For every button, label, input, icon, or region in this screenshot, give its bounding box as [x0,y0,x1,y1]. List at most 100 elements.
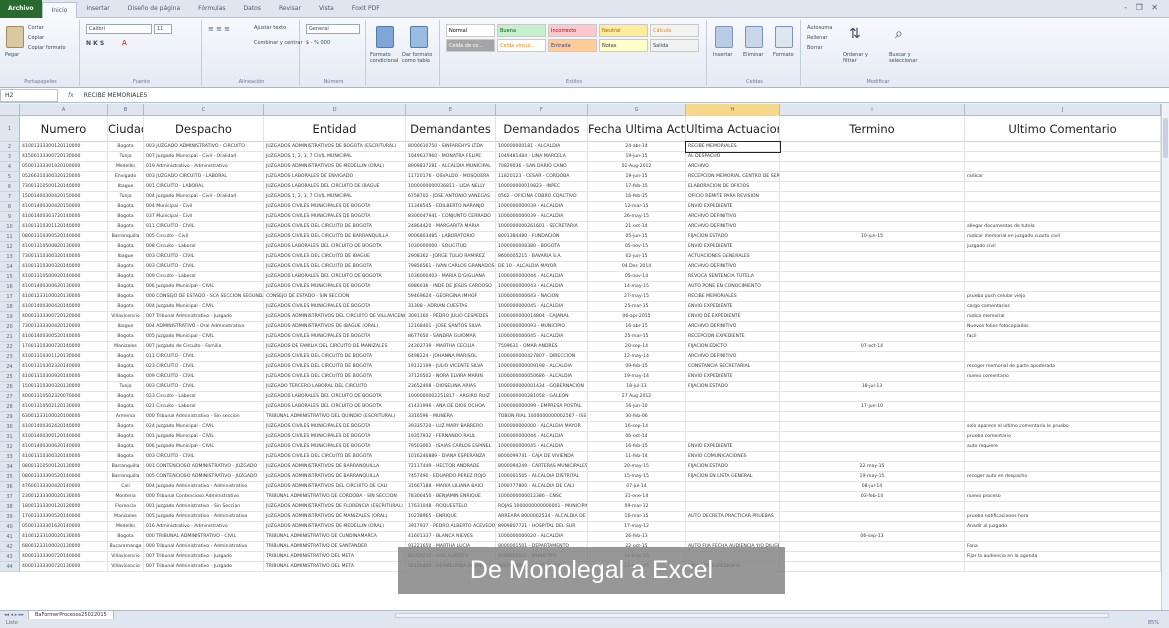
table-cell[interactable]: 09-feb-15 [588,362,686,372]
table-cell[interactable]: Barranquilla [108,462,144,472]
table-cell[interactable]: 63001233100020100000 [20,412,108,422]
table-cell[interactable] [780,302,965,312]
table-cell[interactable] [686,432,780,442]
row-number[interactable]: 13 [0,252,20,262]
ribbon-tab-3[interactable]: Insertar [77,0,118,18]
cell-style-6[interactable]: Celda de co... [446,39,495,52]
table-cell[interactable]: JUZGADOS CIVILES MUNICIPALES DE BOGOTA [264,212,406,222]
table-cell[interactable] [780,202,965,212]
table-cell[interactable] [780,272,965,282]
row-number[interactable]: 7 [0,192,20,202]
table-cell[interactable] [965,562,1161,572]
table-cell[interactable]: Bogota [108,202,144,212]
insert-cells-icon[interactable] [715,26,733,48]
table-cell[interactable]: cargo comentarios [965,302,1161,312]
cell-style-3[interactable]: Incorrecto [548,24,597,37]
table-cell[interactable]: 1000000000036811 - LIDA NELLY [406,182,496,192]
table-cell[interactable]: 11720176 - OSVALDO - MOSQUERA [406,172,496,182]
table-cell[interactable] [965,152,1161,162]
table-cell[interactable] [780,282,965,292]
table-cell[interactable]: 09-mar-12 [588,502,686,512]
table-cell[interactable]: JUZGADOS CIVILES MUNICIPALES DE BOGOTA [264,332,406,342]
row-number[interactable]: 22 [0,342,20,352]
table-cell[interactable]: 07-jul-14 [588,482,686,492]
table-cell[interactable]: CONSTANCIA SECRETARIAL [686,362,780,372]
row-number[interactable]: 28 [0,402,20,412]
table-cell[interactable]: 1000000000043 - ALCALDIA [496,282,588,292]
table-cell[interactable]: JUZGADOS 1, 2, 3, 7 CIVIL MUNICIPAL [264,192,406,202]
table-cell[interactable]: 003 CIRCUITO - CIVIL [144,452,264,462]
table-cell[interactable]: Villavicencio [108,552,144,562]
table-cell[interactable]: radica memorial [965,312,1161,322]
format-as-table-icon[interactable] [410,26,428,48]
table-cell[interactable] [686,392,780,402]
table-cell[interactable]: 08-jul-14 [780,482,965,492]
table-cell[interactable] [780,142,965,152]
row-number[interactable]: 15 [0,272,20,282]
table-cell[interactable]: JUZGADOS CIVILES DEL CIRCUITO DE BARRANQ… [264,232,406,242]
table-cell[interactable]: ELABORACION DE OFICIOS [686,182,780,192]
table-cell[interactable]: JUZGADOS ADMINISTRATIVOS DE FLORENCIA (E… [264,502,406,512]
table-cell[interactable] [780,432,965,442]
table-cell[interactable]: 1000000000261601 - SECRETARIA [496,222,588,232]
table-cell[interactable]: 023 Circuito - Laboral [144,392,264,402]
table-cell[interactable]: JUZGADOS CIVILES DEL CIRCUITO DE BOGOTA [264,352,406,362]
table-cell[interactable]: allegar documentos de tutela [965,222,1161,232]
table-cell[interactable] [965,532,1161,542]
table-cell[interactable]: Bogota [108,422,144,432]
table-cell[interactable]: 78306450 - BENJAMIN ENRIQUE [406,492,496,502]
table-cell[interactable]: 40001310502320070000 [20,392,108,402]
table-cell[interactable] [780,222,965,232]
table-cell[interactable]: Bogota [108,372,144,382]
table-cell[interactable]: 1000001505 - ALCALDIA DISTRITAL [496,472,588,482]
table-cell[interactable]: 004 Juzgado Administrativo - Administrat… [144,482,264,492]
ribbon-tab-9[interactable]: Foxit PDF [343,0,389,18]
table-cell[interactable]: 8909807721 - HOSPITAL DEL SUR [496,522,588,532]
table-cell[interactable]: 001 Juzgado Municipal - CIVIL [144,432,264,442]
table-cell[interactable]: 000 TRIBUNAL ADMINISTRATIVO - CIVIL [144,532,264,542]
table-cell[interactable]: 17-may-12 [588,522,686,532]
column-letter-c[interactable]: C [144,104,264,116]
table-cell[interactable]: Tunja [108,382,144,392]
table-cell[interactable]: 24864420 - MARGARITA MARIA [406,222,496,232]
table-cell[interactable]: Bogota [108,452,144,462]
table-cell[interactable] [780,152,965,162]
table-cell[interactable]: 08001310500120130000 [20,462,108,472]
row-number[interactable]: 43 [0,552,20,562]
table-cell[interactable]: FIJACION EDICTO [686,342,780,352]
table-cell[interactable] [686,532,780,542]
table-cell[interactable]: 22-may-15 [780,462,965,472]
table-cell[interactable]: 41001310300320140000 [20,452,108,462]
table-cell[interactable] [780,512,965,522]
table-cell[interactable]: JUZGADOS LABORALES DEL CIRCUITO DE BOGOT… [264,242,406,252]
table-cell[interactable]: 011 CIRCUITO - CIVIL [144,352,264,362]
table-cell[interactable]: 73001310500120140000 [20,182,108,192]
font-name-select[interactable]: Calibri [86,24,152,34]
table-cell[interactable]: facil [965,332,1161,342]
column-letter-a[interactable]: A [20,104,108,116]
table-cell[interactable]: 000 Tribunal Administrativo - Administra… [144,542,264,552]
row-number[interactable]: 44 [0,562,20,572]
table-cell[interactable]: 27-may-15 [588,292,686,302]
table-cell[interactable]: 011 CIRCUITO - CIVIL [144,222,264,232]
insert-button[interactable]: Insertar [713,52,732,58]
row-number[interactable]: 4 [0,162,20,172]
table-cell[interactable]: 12168401 - JOSE SANTOS SILVA [406,322,496,332]
table-cell[interactable]: ARCHIVO DEFINITIVO [686,212,780,222]
table-cell[interactable]: 03-feb-14 [780,492,965,502]
table-cell[interactable]: JUZGADOS CIVILES MUNICIPALES DE BOGOTA [264,442,406,452]
table-cell[interactable]: CONSEJO DE ESTADO - SIN SECCION [264,292,406,302]
number-format-select[interactable]: General [306,24,360,34]
table-cell[interactable]: 39335720 - LUZ MARY BARRERO [406,422,496,432]
table-cell[interactable] [686,412,780,422]
ribbon-tab-6[interactable]: Datos [235,0,270,18]
table-cell[interactable]: 1000000000001434 - GOBERNACION [496,382,588,392]
conditional-format-button[interactable]: Formato condicional [370,52,400,64]
table-cell[interactable]: JUZGADOS DE FAMILIA DEL CIRCUITO DE MANI… [264,342,406,352]
table-cell[interactable]: Manizales [108,512,144,522]
table-cell[interactable] [965,462,1161,472]
table-cell[interactable]: 1000000000045 - ALCALDIA [496,332,588,342]
table-cell[interactable]: 007 Tribunal Administrativo - Juzgado [144,552,264,562]
table-cell[interactable]: 41001400300420140000 [20,302,108,312]
table-cell[interactable]: 1000000000043 - NACION [496,292,588,302]
